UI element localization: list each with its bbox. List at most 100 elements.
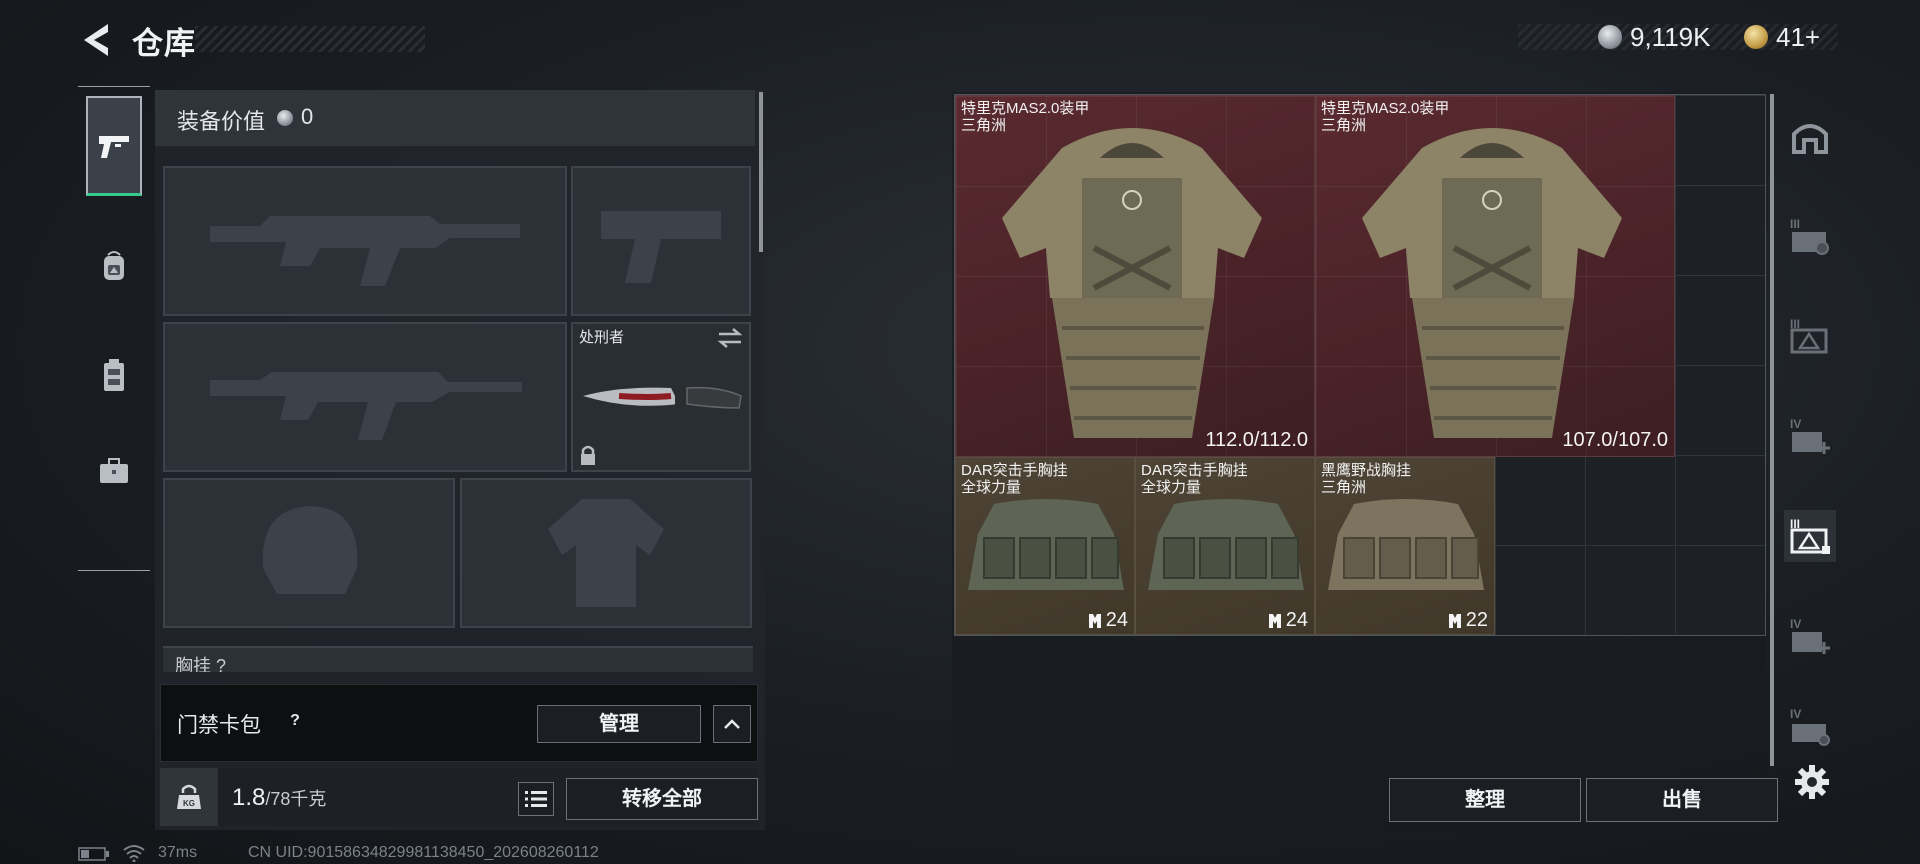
tab-backpack[interactable] <box>86 216 142 316</box>
storage-grid: 特里克MAS2.0装甲 三角洲 112.0/112.0 特里克MAS2.0装甲 三角… <box>954 94 1766 636</box>
transfer-all-button[interactable]: 转移全部 <box>566 778 758 820</box>
weight-current: 1.8 <box>232 784 266 811</box>
rail-bottom-divider <box>78 570 150 571</box>
gun-icon <box>99 135 129 158</box>
executioner-knife-image <box>583 386 742 409</box>
chest-rig-section[interactable]: 胸挂 ? <box>163 646 753 672</box>
storage-item-armor-1[interactable]: 特里克MAS2.0装甲 三角洲 112.0/112.0 <box>955 95 1315 457</box>
title-decoration <box>195 26 425 52</box>
capacity-icon <box>1088 613 1101 628</box>
chest-rig-label: 胸挂 ? <box>175 656 227 672</box>
weight-max: /78千克 <box>265 789 327 809</box>
primary-weapon-slot-2[interactable] <box>163 322 567 472</box>
loadout-scrollbar[interactable] <box>759 92 763 252</box>
settings-button[interactable] <box>1792 762 1832 802</box>
item-name: DAR突击手胸挂 全球力量 <box>961 462 1068 496</box>
storage-panel: 特里克MAS2.0装甲 三角洲 112.0/112.0 特里克MAS2.0装甲 三角… <box>952 92 1778 828</box>
capacity-icon <box>1268 613 1281 628</box>
gear-icon <box>1795 765 1829 799</box>
item-name-line2: 全球力量 <box>1141 479 1202 496</box>
container-iii-active-icon: III <box>1790 517 1830 554</box>
tab-chest-rig[interactable] <box>86 326 142 426</box>
gold-coin-icon <box>1744 25 1768 49</box>
item-name-line2: 三角洲 <box>1321 479 1367 496</box>
container-iii-icon: III <box>1790 217 1829 255</box>
gold-amount[interactable]: 41+ <box>1776 22 1820 53</box>
sort-button[interactable]: 整理 <box>1389 778 1581 822</box>
item-name: DAR突击手胸挂 全球力量 <box>1141 462 1248 496</box>
storage-scrollbar[interactable] <box>1770 94 1774 766</box>
item-name: 特里克MAS2.0装甲 三角洲 <box>1321 100 1449 134</box>
swap-icon[interactable] <box>717 328 743 348</box>
rifle-silhouette-icon <box>210 372 522 440</box>
battery-icon <box>78 847 109 861</box>
list-icon <box>525 791 547 807</box>
storage-item-rig-3[interactable]: 黑鹰野战胸挂 三角洲 22 <box>1315 457 1495 635</box>
tab-case[interactable] <box>86 421 142 521</box>
svg-text:IV: IV <box>1790 617 1801 631</box>
silver-coin-icon <box>277 110 293 126</box>
svg-text:IV: IV <box>1790 417 1801 431</box>
container-iv-plus-2-icon: IV <box>1790 617 1830 654</box>
sell-button[interactable]: 出售 <box>1586 778 1778 822</box>
tab-container-iv-c[interactable]: IV <box>1784 700 1836 752</box>
silver-coin-icon <box>1598 25 1622 49</box>
item-name: 黑鹰野战胸挂 三角洲 <box>1321 462 1411 496</box>
help-icon[interactable]: ? <box>285 711 305 731</box>
chest-rig-image <box>1148 499 1304 590</box>
item-name-line1: 特里克MAS2.0装甲 <box>961 100 1090 117</box>
storage-item-rig-1[interactable]: DAR突击手胸挂 全球力量 24 <box>955 457 1135 635</box>
tab-container-iv-b[interactable]: IV <box>1784 610 1836 662</box>
item-capacity-value: 24 <box>1285 609 1308 631</box>
body-armor-slot[interactable] <box>460 478 752 628</box>
item-capacity: 24 <box>1088 609 1128 632</box>
case-icon <box>100 458 128 483</box>
item-capacity-value: 22 <box>1465 609 1488 631</box>
primary-weapon-slot-1[interactable] <box>163 166 567 316</box>
melee-slot[interactable]: 处刑者 <box>571 322 751 472</box>
chevron-up-icon <box>724 719 740 729</box>
chest-rig-image <box>1328 499 1484 590</box>
storage-item-armor-2[interactable]: 特里克MAS2.0装甲 三角洲 107.0/107.0 <box>1315 95 1675 457</box>
body-armor-image <box>1002 128 1262 438</box>
helmet-silhouette-icon <box>262 506 358 594</box>
wifi-icon <box>123 845 145 862</box>
tab-weapons[interactable] <box>86 96 142 196</box>
gear-value-label: 装备价值 <box>177 109 266 134</box>
category-rail <box>78 86 150 571</box>
currency-bar: 9,119K 41+ <box>1518 22 1854 52</box>
item-name-line1: 特里克MAS2.0装甲 <box>1321 100 1450 117</box>
helmet-slot[interactable] <box>163 478 455 628</box>
container-iii-triangle-icon: III <box>1790 317 1828 354</box>
loadout-panel: 装备价值 0 处刑者 胸挂 ? 门禁卡包 ? 管理 KG 1.8/78千克 转移… <box>155 90 765 830</box>
item-name: 特里克MAS2.0装甲 三角洲 <box>961 100 1089 134</box>
tab-safe-box[interactable] <box>1784 110 1836 162</box>
safe-box-icon <box>1792 124 1828 154</box>
container-iv-icon: IV <box>1790 707 1830 746</box>
status-bar: 37ms CN UID:90158634829981138450_2026082… <box>78 844 778 864</box>
back-arrow-icon <box>84 24 108 56</box>
manage-button[interactable]: 管理 <box>537 705 701 743</box>
collapse-button[interactable] <box>713 705 751 743</box>
tab-container-iv[interactable]: IV <box>1784 410 1836 462</box>
list-view-button[interactable] <box>518 782 554 816</box>
body-armor-image <box>1362 128 1622 438</box>
item-name-line2: 三角洲 <box>961 117 1007 134</box>
tab-container-iii-active[interactable]: III <box>1784 510 1836 562</box>
weight-bar: KG 1.8/78千克 转移全部 <box>160 768 758 826</box>
item-name-line1: DAR突击手胸挂 <box>1141 462 1248 479</box>
lock-icon <box>581 445 595 465</box>
sidearm-slot[interactable] <box>571 166 751 316</box>
silver-amount: 9,119K <box>1630 22 1711 52</box>
item-durability: 107.0/107.0 <box>1562 429 1668 451</box>
storage-item-rig-2[interactable]: DAR突击手胸挂 全球力量 24 <box>1135 457 1315 635</box>
tab-container-iii-b[interactable]: III <box>1784 310 1836 362</box>
back-button[interactable] <box>78 20 114 60</box>
capacity-icon <box>1448 613 1461 628</box>
backpack-icon <box>104 251 124 280</box>
item-name-line2: 全球力量 <box>961 479 1022 496</box>
rail-top-divider <box>78 86 150 87</box>
item-name-line1: DAR突击手胸挂 <box>961 462 1068 479</box>
item-durability: 112.0/112.0 <box>1205 429 1308 451</box>
tab-container-iii[interactable]: III <box>1784 210 1836 262</box>
